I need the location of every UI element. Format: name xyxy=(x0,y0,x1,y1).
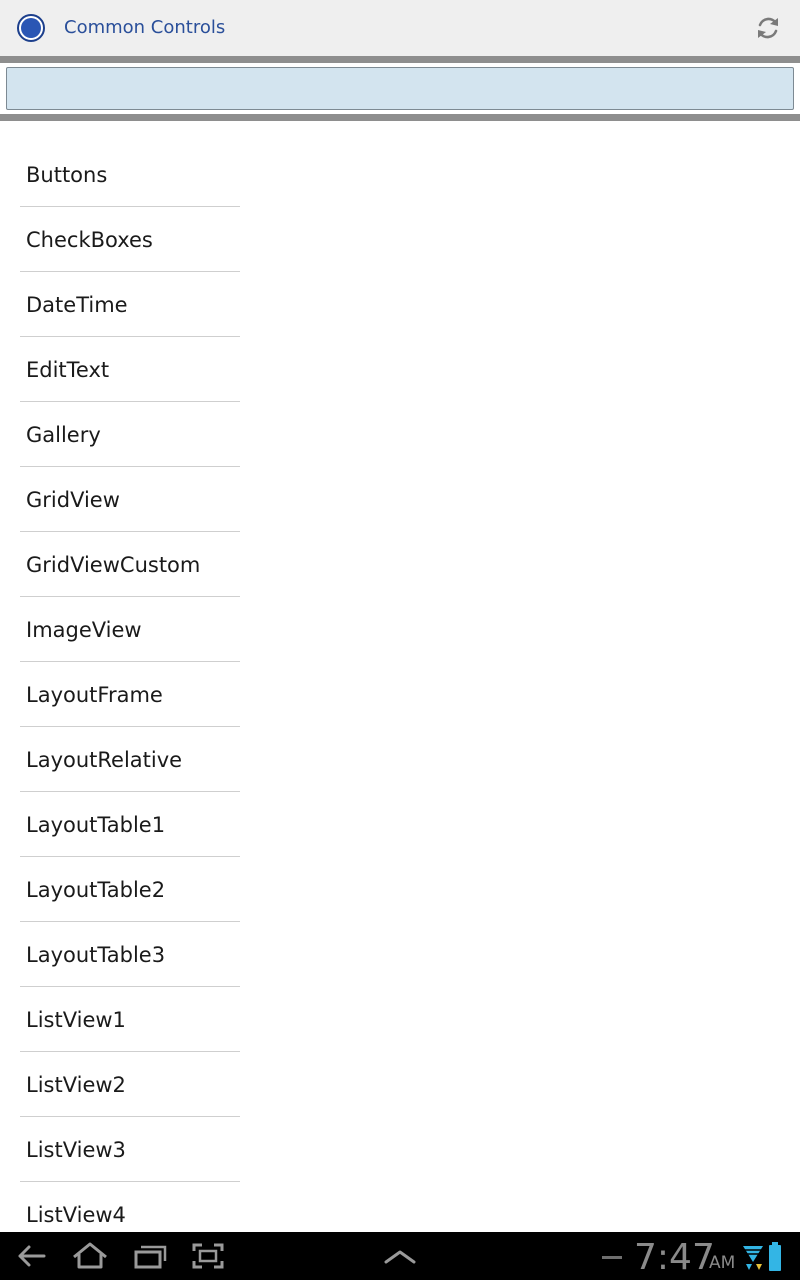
app-screen: Common Controls Buttons CheckBoxes DateT… xyxy=(0,0,800,1280)
list-item-layouttable1[interactable]: LayoutTable1 xyxy=(20,792,240,857)
title-bar: Common Controls xyxy=(0,0,800,56)
list-item-label: DateTime xyxy=(26,293,128,317)
list-item-label: LayoutTable2 xyxy=(26,878,166,902)
list-item-label: ListView2 xyxy=(26,1073,126,1097)
list-item-label: ListView3 xyxy=(26,1138,126,1162)
wifi-icon xyxy=(743,1246,763,1270)
list-item-listview1[interactable]: ListView1 xyxy=(20,987,240,1052)
list-item-label: CheckBoxes xyxy=(26,228,153,252)
list-item-label: LayoutTable3 xyxy=(26,943,166,967)
list-item-listview2[interactable]: ListView2 xyxy=(20,1052,240,1117)
clock-ampm: AM xyxy=(709,1253,736,1273)
divider xyxy=(0,56,800,63)
list-item-label: Buttons xyxy=(26,163,108,187)
app-icon xyxy=(17,14,45,42)
list-item-gridview[interactable]: GridView xyxy=(20,467,240,532)
battery-icon xyxy=(769,1242,781,1271)
list-item-buttons[interactable]: Buttons xyxy=(20,142,240,207)
list-item-gallery[interactable]: Gallery xyxy=(20,402,240,467)
list-item-edittext[interactable]: EditText xyxy=(20,337,240,402)
list-item-label: ListView4 xyxy=(26,1203,126,1227)
home-icon[interactable] xyxy=(70,1240,110,1272)
list-item-gridviewcustom[interactable]: GridViewCustom xyxy=(20,532,240,597)
list-item-label: ListView1 xyxy=(26,1008,126,1032)
divider xyxy=(0,114,800,121)
list-item-label: LayoutFrame xyxy=(26,683,163,707)
list-item-label: ImageView xyxy=(26,618,142,642)
controls-list: Buttons CheckBoxes DateTime EditText Gal… xyxy=(20,142,240,1247)
list-item-checkboxes[interactable]: CheckBoxes xyxy=(20,207,240,272)
refresh-icon[interactable] xyxy=(752,12,784,44)
list-item-layouttable2[interactable]: LayoutTable2 xyxy=(20,857,240,922)
list-item-label: LayoutTable1 xyxy=(26,813,166,837)
recent-apps-icon[interactable] xyxy=(130,1240,170,1272)
list-item-label: EditText xyxy=(26,358,110,382)
list-item-listview3[interactable]: ListView3 xyxy=(20,1117,240,1182)
list-item-label: LayoutRelative xyxy=(26,748,183,772)
list-item-layoutrelative[interactable]: LayoutRelative xyxy=(20,727,240,792)
list-item-layoutframe[interactable]: LayoutFrame xyxy=(20,662,240,727)
status-divider xyxy=(602,1256,622,1259)
back-icon[interactable] xyxy=(12,1240,52,1272)
list-item-label: GridViewCustom xyxy=(26,553,201,577)
list-item-imageview[interactable]: ImageView xyxy=(20,597,240,662)
list-item-label: Gallery xyxy=(26,423,101,447)
search-bar xyxy=(0,63,800,114)
screenshot-icon[interactable] xyxy=(188,1240,228,1272)
search-input[interactable] xyxy=(6,67,794,110)
list-item-layouttable3[interactable]: LayoutTable3 xyxy=(20,922,240,987)
app-title: Common Controls xyxy=(64,17,226,38)
list-item-label: GridView xyxy=(26,488,120,512)
clock-time[interactable]: 7:47 xyxy=(634,1236,715,1280)
chevron-up-icon[interactable] xyxy=(380,1240,420,1272)
list-item-datetime[interactable]: DateTime xyxy=(20,272,240,337)
